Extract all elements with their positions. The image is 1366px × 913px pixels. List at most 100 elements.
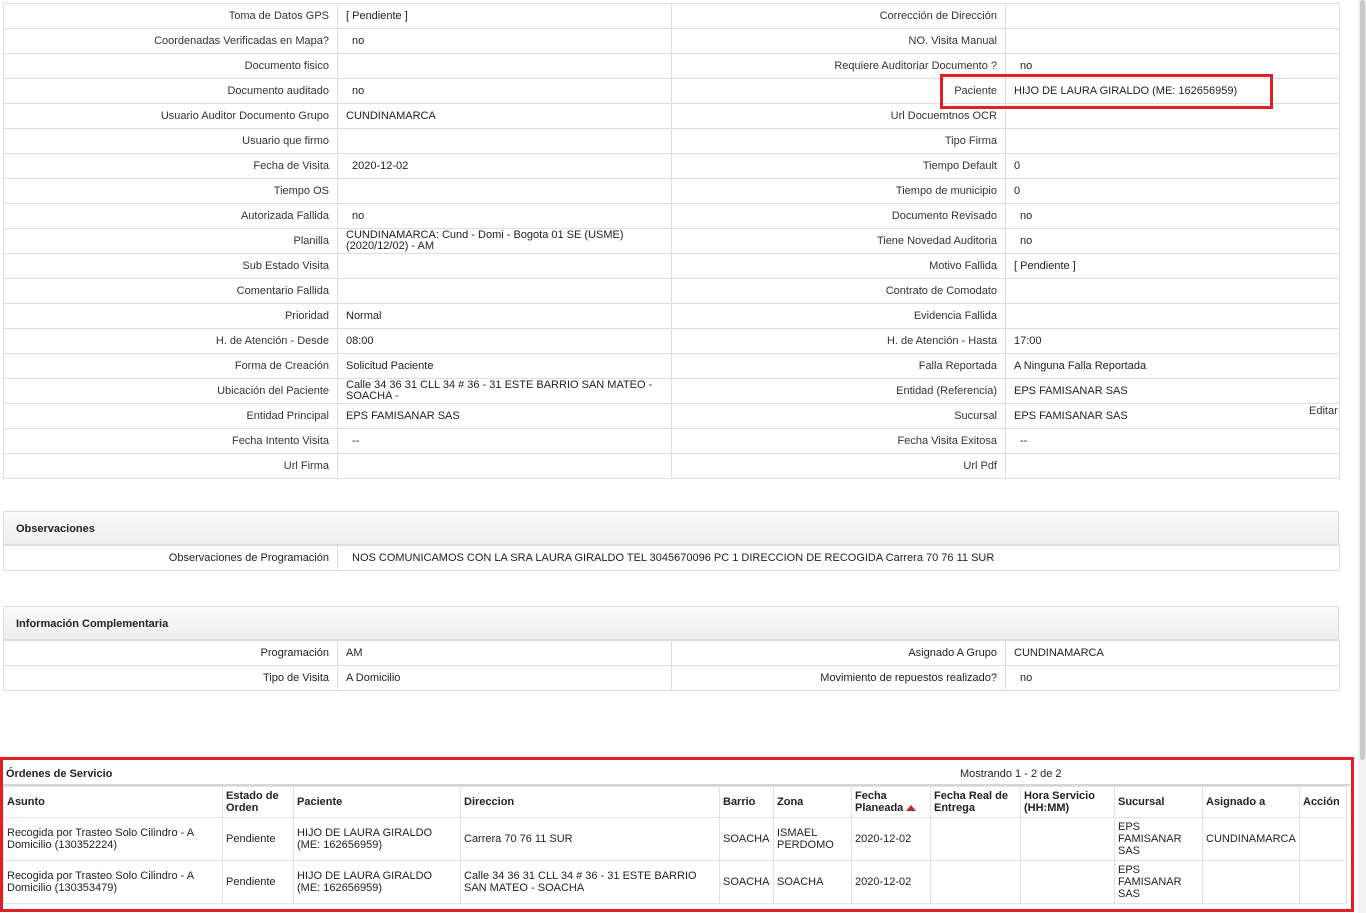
field-label: Evidencia Fallida: [671, 303, 1006, 329]
detail-row: Forma de Creación Solicitud Paciente Falla…: [3, 353, 1340, 379]
field-label: Tiempo Default: [671, 153, 1006, 179]
field-value: [337, 253, 672, 279]
field-value: 0: [1005, 153, 1340, 179]
field-label: Documento auditado: [3, 78, 338, 104]
field-label: Documento Revisado: [671, 203, 1006, 229]
field-label: Usuario Auditor Documento Grupo: [3, 103, 338, 129]
observaciones-section: Observaciones Observaciones de Programac…: [3, 511, 1340, 571]
observaciones-title: Observaciones: [3, 511, 1339, 545]
field-value: 2020-12-02: [337, 153, 672, 179]
field-label: Contrato de Comodato: [671, 278, 1006, 304]
field-value: CUNDINAMARCA: Cund - Domi - Bogota 01 SE…: [337, 228, 672, 254]
field-label: Ubicación del Paciente: [3, 378, 338, 404]
field-label: Falla Reportada: [671, 353, 1006, 379]
detail-row: Tiempo OS Tiempo de municipio 0: [3, 178, 1340, 204]
field-label: Movimiento de repuestos realizado?: [671, 665, 1006, 691]
field-value: [337, 53, 672, 79]
field-label: Tipo de Visita: [3, 665, 338, 691]
field-label: Entidad (Referencia): [671, 378, 1006, 404]
field-label: Motivo Fallida: [671, 253, 1006, 279]
field-label: Planilla: [3, 228, 338, 254]
detail-row: Prioridad Normal Evidencia Fallida: [3, 303, 1340, 329]
field-value: [337, 128, 672, 154]
field-value: no: [337, 28, 672, 54]
field-label: Usuario que firmo: [3, 128, 338, 154]
detail-row: H. de Atención - Desde 08:00 H. de Atenció…: [3, 328, 1340, 354]
detail-row: Usuario que firmo Tipo Firma: [3, 128, 1340, 154]
paciente-highlight-box: [940, 74, 1273, 109]
field-value: [1005, 28, 1340, 54]
field-label: Toma de Datos GPS: [3, 3, 338, 29]
field-value: no: [337, 203, 672, 229]
detail-row: Url Firma Url Pdf: [3, 453, 1340, 479]
field-label: Forma de Creación: [3, 353, 338, 379]
detail-row: Fecha de Visita 2020-12-02 Tiempo Default 0: [3, 153, 1340, 179]
field-label: Tiene Novedad Auditoria: [671, 228, 1006, 254]
detail-row: Entidad Principal EPS FAMISANAR SAS Sucurs…: [3, 403, 1340, 429]
field-value: 08:00: [337, 328, 672, 354]
field-value: Normal: [337, 303, 672, 329]
field-value: EPS FAMISANAR SAS: [1005, 378, 1340, 404]
field-value: Solicitud Paciente: [337, 353, 672, 379]
detail-row: Ubicación del Paciente Calle 34 36 31 CLL…: [3, 378, 1340, 404]
detail-row: Fecha Intento Visita -- Fecha Visita Exito…: [3, 428, 1340, 454]
field-value: --: [337, 428, 672, 454]
detail-row: Comentario Fallida Contrato de Comodato: [3, 278, 1340, 304]
detail-row: Autorizada Fallida no Documento Revisado no: [3, 203, 1340, 229]
field-value: [337, 278, 672, 304]
complementaria-section: Información Complementaria Programación …: [3, 606, 1340, 691]
field-value: 17:00: [1005, 328, 1340, 354]
detail-row: Toma de Datos GPS[ Pendiente ] Corrección…: [3, 3, 1340, 29]
field-value: no: [1005, 203, 1340, 229]
field-value: no: [1005, 228, 1340, 254]
field-value: [ Pendiente ]: [1005, 253, 1340, 279]
field-value: [ Pendiente ]: [337, 3, 672, 29]
field-label: Asignado A Grupo: [671, 640, 1006, 666]
field-value: EPS FAMISANAR SAS: [337, 403, 672, 429]
field-value: [1005, 303, 1340, 329]
field-value: --: [1005, 428, 1340, 454]
complementaria-title: Información Complementaria: [3, 606, 1339, 640]
field-label: Tipo Firma: [671, 128, 1006, 154]
field-label: H. de Atención - Hasta: [671, 328, 1006, 354]
field-label: Coordenadas Verificadas en Mapa?: [3, 28, 338, 54]
field-value: AM: [337, 640, 672, 666]
field-value: EPS FAMISANAR SAS: [1005, 403, 1340, 429]
field-label: Fecha Intento Visita: [3, 428, 338, 454]
field-value: [1005, 128, 1340, 154]
field-label: Corrección de Dirección: [671, 3, 1006, 29]
field-value: no: [337, 78, 672, 104]
page-scrollbar[interactable]: [1358, 0, 1366, 913]
field-value: CUNDINAMARCA: [1005, 640, 1340, 666]
field-label: Autorizada Fallida: [3, 203, 338, 229]
field-label: H. de Atención - Desde: [3, 328, 338, 354]
orders-highlight-box: [0, 757, 1354, 912]
field-value: Calle 34 36 31 CLL 34 # 36 - 31 ESTE BAR…: [337, 378, 672, 404]
scrollbar-thumb[interactable]: [1360, 0, 1365, 760]
field-label: Url Pdf: [671, 453, 1006, 479]
field-label: Tiempo de municipio: [671, 178, 1006, 204]
field-label: Sucursal: [671, 403, 1006, 429]
detail-row: Planilla CUNDINAMARCA: Cund - Domi - Bogo…: [3, 228, 1340, 254]
editar-link[interactable]: Editar: [1309, 405, 1338, 417]
observaciones-value: NOS COMUNICAMOS CON LA SRA LAURA GIRALDO…: [337, 545, 1340, 571]
field-label: Prioridad: [3, 303, 338, 329]
field-label: Fecha de Visita: [3, 153, 338, 179]
field-value: A Domicilio: [337, 665, 672, 691]
field-value: no: [1005, 665, 1340, 691]
field-value: A Ninguna Falla Reportada: [1005, 353, 1340, 379]
field-label: Comentario Fallida: [3, 278, 338, 304]
field-value: [1005, 3, 1340, 29]
field-value: [337, 453, 672, 479]
field-label: Programación: [3, 640, 338, 666]
field-label: Sub Estado Visita: [3, 253, 338, 279]
observaciones-label: Observaciones de Programación: [3, 545, 338, 571]
field-value: 0: [1005, 178, 1340, 204]
field-value: CUNDINAMARCA: [337, 103, 672, 129]
detail-row: Sub Estado Visita Motivo Fallida[ Pendien…: [3, 253, 1340, 279]
field-value: [1005, 453, 1340, 479]
field-label: Fecha Visita Exitosa: [671, 428, 1006, 454]
field-label: Documento fisico: [3, 53, 338, 79]
field-label: Url Firma: [3, 453, 338, 479]
detail-row: Coordenadas Verificadas en Mapa? no NO. Vi…: [3, 28, 1340, 54]
